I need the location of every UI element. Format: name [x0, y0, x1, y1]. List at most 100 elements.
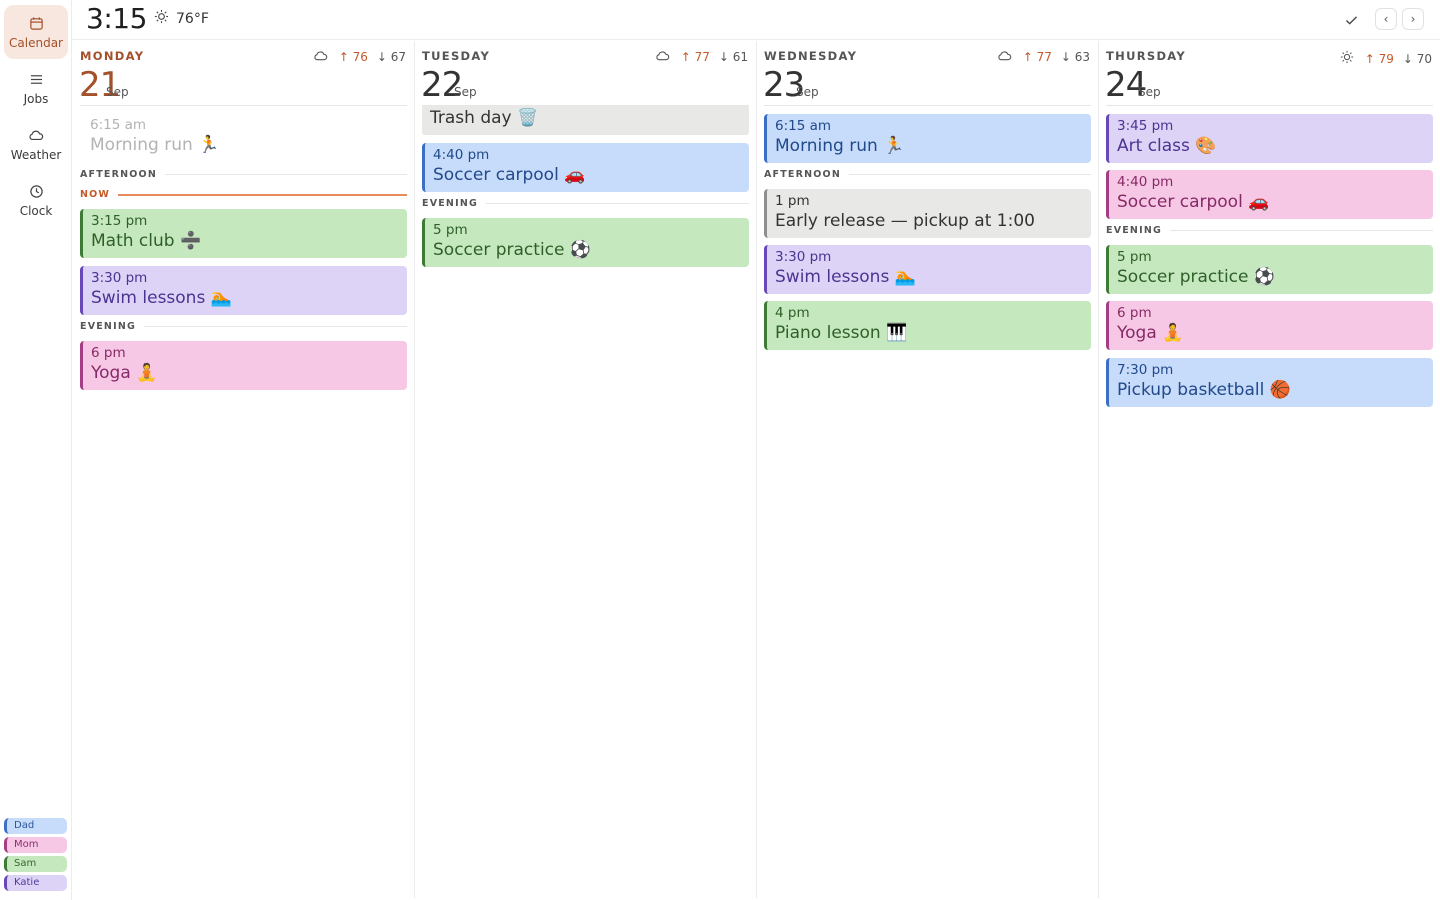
list-icon: [29, 70, 44, 88]
event-card[interactable]: 4 pm Piano lesson 🎹: [764, 301, 1091, 350]
event-time: 4:40 pm: [433, 147, 490, 163]
day-name: WEDNESDAY: [764, 49, 858, 63]
low-temp: ↓ 61: [718, 50, 748, 64]
nav-calendar[interactable]: Calendar: [4, 5, 68, 59]
day-month: Sep: [796, 85, 819, 99]
day-month: Sep: [106, 85, 129, 99]
event-card[interactable]: 6:15 am Morning run 🏃: [80, 113, 407, 162]
day-column-wednesday: WEDNESDAY 23 Sep ↑ 77 ↓ 63 6:15 am Morning run…: [757, 41, 1099, 898]
nav-jobs[interactable]: Jobs: [4, 61, 68, 115]
sidebar: Calendar Jobs Weather Clock Dad Mom Sam …: [0, 0, 72, 900]
day-name: THURSDAY: [1106, 49, 1187, 63]
section-evening: EVENING: [422, 198, 749, 209]
cloud-icon: [655, 50, 670, 64]
event-time: 3:15 pm: [91, 213, 148, 229]
event-card[interactable]: 3:15 pm Math club ➗: [80, 209, 407, 258]
cloud-icon: [28, 126, 44, 144]
divider: [1106, 105, 1433, 106]
event-time: 3:30 pm: [775, 249, 832, 265]
chevron-left-icon: ‹: [1383, 12, 1389, 26]
day-column-monday: MONDAY 21 Sep ↑ 76 ↓ 67 6:15 am Morning run 🏃 A…: [73, 41, 415, 898]
legend-dad[interactable]: Dad: [4, 818, 67, 834]
event-card[interactable]: 4:40 pm Soccer carpool 🚗: [1106, 170, 1433, 219]
day-forecast: ↑ 77 ↓ 61: [655, 50, 748, 64]
all-day-event[interactable]: Trash day 🗑️: [422, 105, 749, 135]
event-time: 5 pm: [1117, 249, 1152, 265]
legend-sam[interactable]: Sam: [4, 856, 67, 872]
event-title: Yoga 🧘: [1117, 323, 1184, 343]
event-time: 6:15 am: [775, 118, 832, 134]
event-time: 4 pm: [775, 305, 810, 321]
low-temp: ↓ 70: [1402, 51, 1432, 66]
event-time: 4:40 pm: [1117, 174, 1174, 190]
nav-jobs-label: Jobs: [23, 92, 49, 106]
event-card[interactable]: 4:40 pm Soccer carpool 🚗: [422, 143, 749, 192]
nav-weather-label: Weather: [10, 148, 62, 162]
low-temp: ↓ 67: [376, 50, 406, 64]
event-title: Swim lessons 🏊: [91, 288, 232, 308]
top-bar: 3:15 76°F ‹ ›: [72, 0, 1440, 40]
section-evening: EVENING: [80, 321, 407, 332]
event-time: 3:30 pm: [91, 270, 148, 286]
event-time: 7:30 pm: [1117, 362, 1174, 378]
section-afternoon: AFTERNOON: [764, 169, 1091, 180]
now-indicator: NOW: [80, 189, 407, 200]
legend-mom[interactable]: Mom: [4, 837, 67, 853]
low-temp: ↓ 63: [1060, 50, 1090, 64]
chevron-right-icon: ›: [1410, 12, 1416, 26]
event-card[interactable]: 3:30 pm Swim lessons 🏊: [764, 245, 1091, 294]
next-button[interactable]: ›: [1402, 8, 1424, 30]
nav-clock[interactable]: Clock: [4, 173, 68, 227]
check-icon: [1345, 11, 1358, 30]
sun-icon: [1340, 50, 1354, 67]
day-name: TUESDAY: [422, 49, 491, 63]
event-title: Art class 🎨: [1117, 136, 1217, 156]
event-time: 1 pm: [775, 193, 810, 209]
event-time: 3:45 pm: [1117, 118, 1174, 134]
high-temp: ↑ 77: [680, 50, 710, 64]
event-title: Math club ➗: [91, 231, 202, 251]
divider: [764, 105, 1091, 106]
section-evening: EVENING: [1106, 225, 1433, 236]
day-forecast: ↑ 76 ↓ 67: [313, 50, 406, 64]
high-temp: ↑ 76: [338, 50, 368, 64]
event-title: Soccer practice ⚽: [433, 240, 592, 260]
sun-icon: [154, 9, 169, 28]
day-column-thursday: THURSDAY 24 Sep ↑ 79 ↓ 70 3:45 pm Art class 🎨 4…: [1099, 41, 1440, 898]
nav-clock-label: Clock: [19, 204, 53, 218]
high-temp: ↑ 79: [1364, 51, 1394, 66]
event-time: 6 pm: [1117, 305, 1152, 321]
event-card[interactable]: 1 pm Early release — pickup at 1:00: [764, 189, 1091, 238]
event-title: Piano lesson 🎹: [775, 323, 908, 343]
event-card[interactable]: 5 pm Soccer practice ⚽: [422, 218, 749, 267]
event-title: Early release — pickup at 1:00: [775, 211, 1035, 231]
event-time: 5 pm: [433, 222, 468, 238]
day-name: MONDAY: [80, 49, 145, 63]
legend-katie[interactable]: Katie: [4, 875, 67, 891]
event-card[interactable]: 6 pm Yoga 🧘: [80, 341, 407, 390]
event-card[interactable]: 6:15 am Morning run 🏃: [764, 114, 1091, 163]
event-title: Soccer practice ⚽: [1117, 267, 1276, 287]
event-title: Yoga 🧘: [91, 363, 158, 383]
event-card[interactable]: 3:45 pm Art class 🎨: [1106, 114, 1433, 163]
current-weather: 76°F: [154, 9, 209, 28]
event-time: 6:15 am: [90, 117, 147, 133]
day-forecast: ↑ 77 ↓ 63: [997, 50, 1090, 64]
check-button[interactable]: [1340, 9, 1362, 31]
current-temperature: 76°F: [176, 10, 209, 27]
prev-button[interactable]: ‹: [1375, 8, 1397, 30]
event-time: 6 pm: [91, 345, 126, 361]
event-card[interactable]: 3:30 pm Swim lessons 🏊: [80, 266, 407, 315]
cloud-icon: [997, 50, 1012, 64]
high-temp: ↑ 77: [1022, 50, 1052, 64]
day-column-tuesday: TUESDAY 22 Sep ↑ 77 ↓ 61 Trash day 🗑️ 4:40 pm S…: [415, 41, 757, 898]
event-card[interactable]: 7:30 pm Pickup basketball 🏀: [1106, 358, 1433, 407]
nav-weather[interactable]: Weather: [4, 117, 68, 171]
event-card[interactable]: 5 pm Soccer practice ⚽: [1106, 245, 1433, 294]
calendar-icon: [29, 14, 44, 32]
event-title: Soccer carpool 🚗: [1117, 192, 1270, 212]
section-afternoon: AFTERNOON: [80, 169, 407, 180]
event-title: Morning run 🏃: [775, 136, 905, 156]
event-card[interactable]: 6 pm Yoga 🧘: [1106, 301, 1433, 350]
day-month: Sep: [454, 85, 477, 99]
